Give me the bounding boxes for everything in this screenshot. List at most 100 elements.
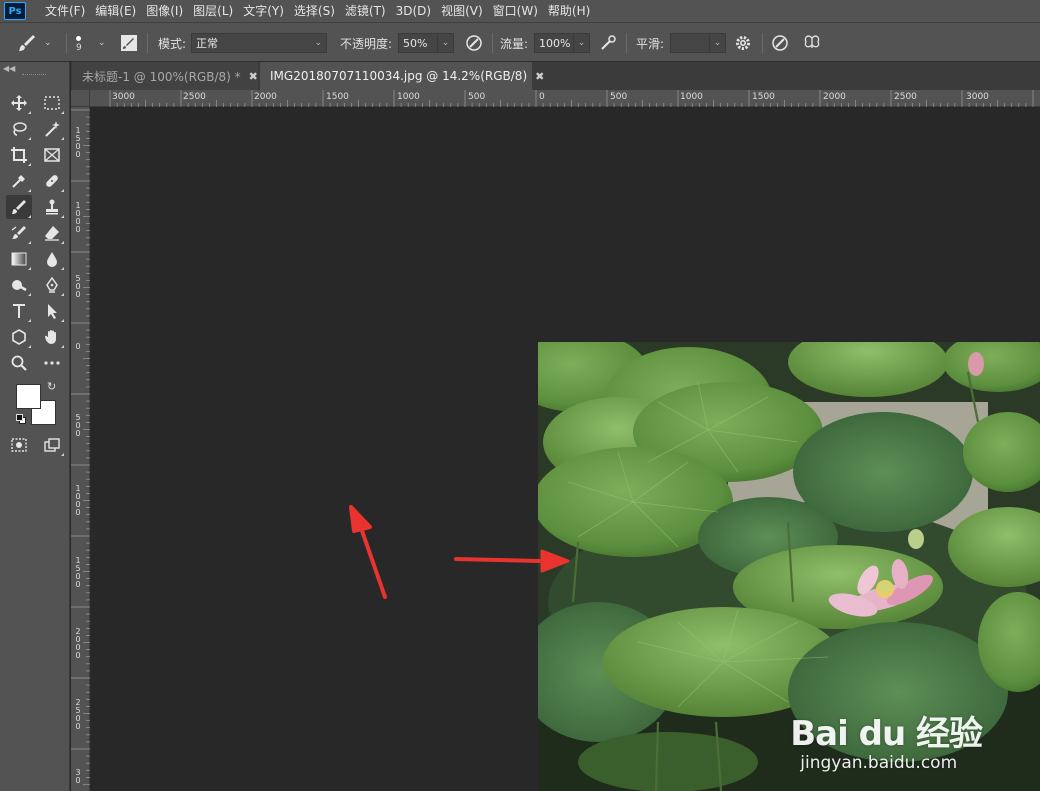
close-icon[interactable]: ✖: [535, 70, 544, 83]
brush-picker-chevron[interactable]: ⌄: [98, 23, 106, 63]
quick-mask-icon: [11, 438, 27, 452]
zoom-tool[interactable]: [6, 351, 32, 375]
flyout-indicator: [61, 215, 64, 218]
dodge-tool[interactable]: [6, 273, 32, 297]
mode-select[interactable]: 正常 ⌄: [191, 23, 327, 63]
ruler-label: 1000: [680, 92, 703, 102]
ruler-label: 500: [468, 92, 486, 102]
flow-control[interactable]: 100% ⌄: [534, 23, 590, 63]
tool-preset-picker[interactable]: ⌄: [16, 23, 52, 63]
flyout-indicator: [28, 267, 31, 270]
chevron-down-icon: ⌄: [441, 38, 450, 48]
quick-mask-button[interactable]: [6, 433, 32, 457]
divider: [492, 33, 493, 53]
type-tool[interactable]: [6, 299, 32, 323]
screen-mode-button[interactable]: [39, 433, 65, 457]
brush-settings-icon: [121, 35, 137, 51]
blur-tool[interactable]: [39, 247, 65, 271]
frame-icon: [44, 148, 60, 162]
menu-image[interactable]: 图像(I): [141, 0, 188, 22]
ruler-label: 0: [75, 342, 81, 351]
healing-brush-tool[interactable]: [39, 169, 65, 193]
gradient-tool[interactable]: [6, 247, 32, 271]
watermark-brand: Bai du 经验: [790, 714, 983, 754]
foreground-color-swatch[interactable]: [16, 384, 41, 409]
menu-view[interactable]: 视图(V): [436, 0, 488, 22]
screen-mode-icon: [44, 438, 60, 452]
ruler-origin[interactable]: [71, 90, 90, 107]
history-brush-tool[interactable]: [6, 221, 32, 245]
menu-edit[interactable]: 编辑(E): [90, 0, 141, 22]
path-selection-tool[interactable]: [39, 299, 65, 323]
canvas-area[interactable]: Bai du 经验 jingyan.baidu.com: [90, 107, 1040, 791]
flyout-indicator: [28, 111, 31, 114]
ruler-label: 0: [539, 92, 545, 102]
ruler-label: 2500: [894, 92, 917, 102]
flyout-indicator: [61, 267, 64, 270]
symmetry-button[interactable]: [802, 23, 822, 63]
menu-file[interactable]: 文件(F): [40, 0, 90, 22]
pen-tool[interactable]: [39, 273, 65, 297]
panel-grip[interactable]: [22, 74, 46, 76]
flyout-indicator: [61, 293, 64, 296]
pen-icon: [46, 276, 58, 293]
brush-preset-picker[interactable]: 9: [76, 23, 82, 63]
ruler-label: 3000: [966, 92, 989, 102]
chevron-down-icon: ⌄: [44, 38, 52, 48]
menu-window[interactable]: 窗口(W): [488, 0, 543, 22]
tools-panel: ◀◀ ↻: [0, 62, 70, 791]
flow-input[interactable]: 100%: [534, 33, 574, 53]
opacity-control[interactable]: 50% ⌄: [398, 23, 454, 63]
shape-tool[interactable]: [6, 325, 32, 349]
flyout-indicator: [61, 241, 64, 244]
pressure-opacity-toggle[interactable]: [464, 23, 484, 63]
opacity-slider-toggle[interactable]: ⌄: [438, 33, 454, 53]
menu-help[interactable]: 帮助(H): [543, 0, 595, 22]
vertical-ruler[interactable]: 1 5 0 0 1 0 0 0 5 0 0 0 5 0 0 1 0 0 0 1 …: [71, 107, 90, 791]
brush-tip-icon: [76, 35, 82, 41]
clone-stamp-tool[interactable]: [39, 195, 65, 219]
pressure-size-toggle[interactable]: [770, 23, 790, 63]
smoothing-input[interactable]: [670, 33, 710, 53]
flyout-indicator: [61, 345, 64, 348]
eraser-tool[interactable]: [39, 221, 65, 245]
opacity-input[interactable]: 50%: [398, 33, 438, 53]
crop-tool[interactable]: [6, 143, 32, 167]
menu-filter[interactable]: 滤镜(T): [340, 0, 391, 22]
menu-3d[interactable]: 3D(D): [391, 0, 436, 22]
chevron-down-icon: ⌄: [98, 38, 106, 48]
close-icon[interactable]: ✖: [249, 70, 258, 83]
menu-layer[interactable]: 图层(L): [188, 0, 238, 22]
marquee-tool[interactable]: [39, 91, 65, 115]
lasso-tool[interactable]: [6, 117, 32, 141]
horizontal-ruler[interactable]: 3000 2500 2000 1500 1000 500 0 500 1000 …: [90, 90, 1040, 107]
flow-slider-toggle[interactable]: ⌄: [574, 33, 590, 53]
document-tab-untitled[interactable]: 未标题-1 @ 100%(RGB/8) * ✖: [72, 62, 258, 90]
ruler-label: 1 5 0 0: [75, 126, 81, 159]
swap-colors-icon[interactable]: ↻: [47, 380, 56, 393]
watermark-url: jingyan.baidu.com: [800, 753, 958, 773]
frame-tool[interactable]: [39, 143, 65, 167]
menu-type[interactable]: 文字(Y): [238, 0, 289, 22]
document-tab-img[interactable]: IMG20180707110034.jpg @ 14.2%(RGB/8) ✖: [260, 62, 544, 90]
airbrush-toggle[interactable]: [598, 23, 618, 63]
smoothing-slider-toggle[interactable]: ⌄: [710, 33, 726, 53]
brush-tool[interactable]: [6, 195, 32, 219]
move-tool[interactable]: [6, 91, 32, 115]
chevron-down-icon: ⌄: [577, 38, 586, 48]
hand-tool[interactable]: [39, 325, 65, 349]
ruler-label: 2000: [254, 92, 277, 102]
menu-select[interactable]: 选择(S): [289, 0, 340, 22]
smoothing-control[interactable]: ⌄: [670, 23, 726, 63]
default-colors-icon[interactable]: [16, 414, 26, 424]
divider: [66, 33, 67, 53]
brush-settings-toggle[interactable]: [120, 23, 138, 63]
magic-wand-tool[interactable]: [39, 117, 65, 141]
collapse-panel-icon[interactable]: ◀◀: [3, 64, 15, 73]
lotus-photo[interactable]: Bai du 经验 jingyan.baidu.com: [538, 342, 1040, 791]
more-tools-button[interactable]: [39, 351, 65, 375]
eyedropper-tool[interactable]: [6, 169, 32, 193]
blur-icon: [47, 252, 57, 267]
smoothing-options-button[interactable]: [734, 23, 752, 63]
flyout-indicator: [61, 189, 64, 192]
